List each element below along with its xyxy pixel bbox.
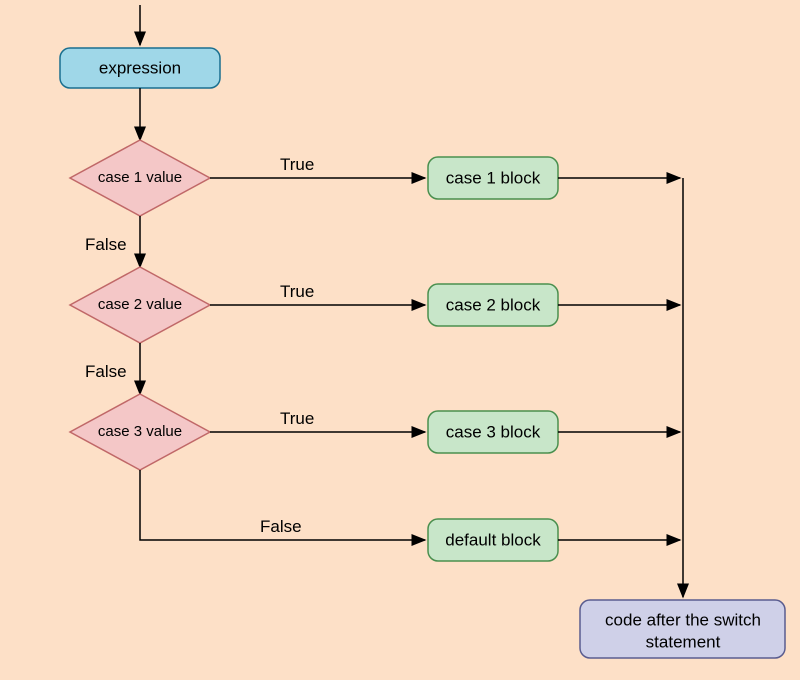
case3-block: case 3 block <box>428 411 558 453</box>
case3-decision-label: case 3 value <box>98 423 182 440</box>
final-label-line2: statement <box>646 632 721 651</box>
case3-decision: case 3 value <box>70 394 210 470</box>
case3-false-label: False <box>260 517 302 536</box>
final-label-line1: code after the switch <box>605 610 761 629</box>
case2-decision: case 2 value <box>70 267 210 343</box>
case1-block-label: case 1 block <box>446 168 541 187</box>
expression-node: expression <box>60 48 220 88</box>
final-node: code after the switch statement <box>580 600 785 658</box>
case2-false-label: False <box>85 362 127 381</box>
case1-decision-label: case 1 value <box>98 169 182 186</box>
case2-block: case 2 block <box>428 284 558 326</box>
switch-flowchart: expression case 1 value True case 1 bloc… <box>0 0 800 680</box>
expression-label: expression <box>99 58 181 77</box>
case2-true-label: True <box>280 282 314 301</box>
case1-true-label: True <box>280 155 314 174</box>
case2-block-label: case 2 block <box>446 295 541 314</box>
case2-decision-label: case 2 value <box>98 296 182 313</box>
case3-true-label: True <box>280 409 314 428</box>
default-block-label: default block <box>445 530 541 549</box>
case3-block-label: case 3 block <box>446 422 541 441</box>
case1-block: case 1 block <box>428 157 558 199</box>
case1-decision: case 1 value <box>70 140 210 216</box>
default-block: default block <box>428 519 558 561</box>
case1-false-label: False <box>85 235 127 254</box>
